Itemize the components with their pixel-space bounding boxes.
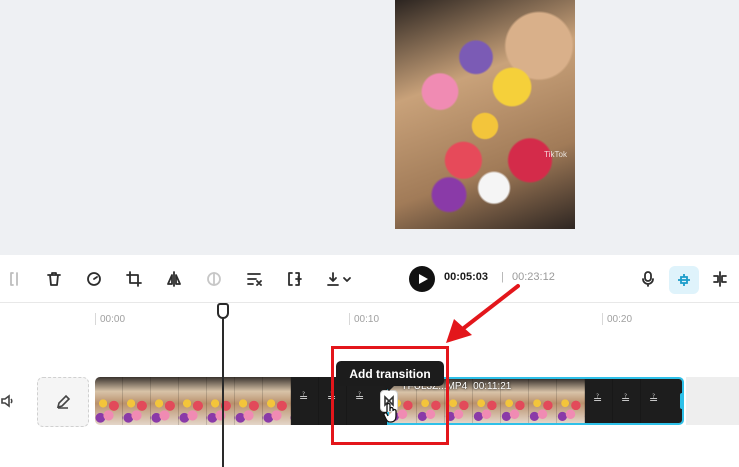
split-icon[interactable] <box>708 267 732 291</box>
time-separator: | <box>501 271 504 283</box>
hand-cursor-icon <box>383 402 397 423</box>
speed-icon[interactable] <box>82 267 106 291</box>
video-preview[interactable]: TikTok <box>395 0 575 229</box>
split-left-icon[interactable] <box>2 267 26 291</box>
freeze-frame-icon[interactable] <box>282 267 306 291</box>
ruler-label: 00:00 <box>100 314 126 325</box>
download-menu-icon[interactable] <box>322 267 356 291</box>
ruler-label: 00:10 <box>354 314 380 325</box>
playhead-handle[interactable] <box>217 303 229 319</box>
current-time: 00:05:03 <box>444 271 489 283</box>
ruler-label: 00:20 <box>607 314 633 325</box>
crop-icon[interactable] <box>122 267 146 291</box>
editing-toolbar <box>0 257 739 301</box>
watermark: TikTok <box>544 150 567 159</box>
track-volume-icon[interactable] <box>0 393 18 411</box>
ruler-tick <box>349 313 350 325</box>
pencil-icon <box>56 394 71 409</box>
zoom-fit-icon[interactable] <box>669 266 699 294</box>
play-button[interactable] <box>409 266 435 292</box>
edit-cover-button[interactable] <box>37 377 89 427</box>
remove-background-icon[interactable] <box>242 267 266 291</box>
preview-area: TikTok <box>0 0 739 255</box>
delete-icon[interactable] <box>42 267 66 291</box>
toolbar-divider <box>0 302 739 303</box>
tooltip: Add transition <box>336 361 444 391</box>
empty-track-area <box>686 377 739 425</box>
opacity-icon[interactable] <box>202 267 226 291</box>
ruler-tick <box>602 313 603 325</box>
clip-trim-handle[interactable] <box>680 393 684 409</box>
ruler-tick <box>95 313 96 325</box>
playhead-line <box>222 314 224 467</box>
microphone-icon[interactable] <box>636 267 660 291</box>
total-time: 00:23:12 <box>512 271 555 283</box>
flip-icon[interactable] <box>162 267 186 291</box>
clip-duration: 00:11:21 <box>473 381 512 392</box>
